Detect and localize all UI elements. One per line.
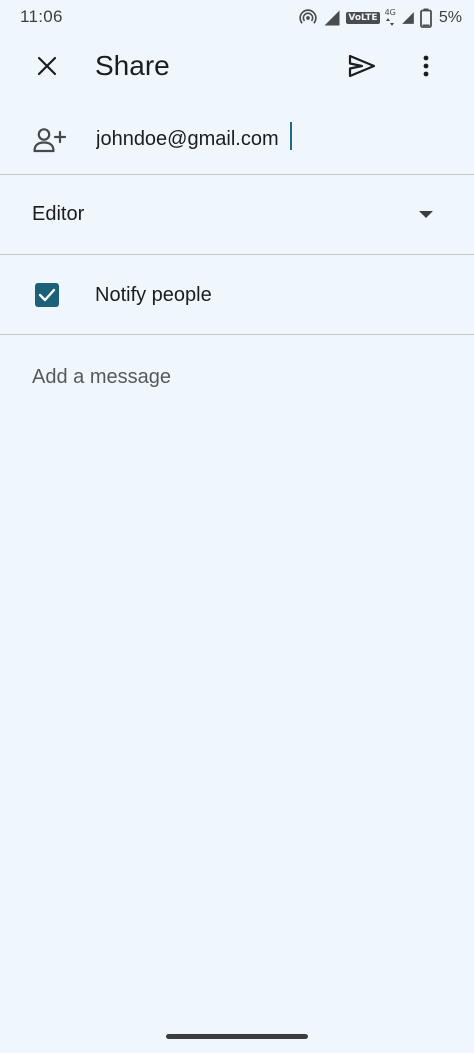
divider	[0, 254, 474, 255]
signal-icon-2	[401, 9, 415, 27]
send-icon	[348, 54, 376, 78]
more-options-button[interactable]	[404, 44, 448, 88]
page-title: Share	[95, 50, 170, 81]
recipient-email-input[interactable]	[96, 122, 436, 156]
network-type: 4G	[384, 8, 396, 17]
dropdown-arrow-icon	[419, 211, 433, 218]
notify-people-row: Notify people	[0, 256, 474, 334]
share-screen: 11:06 VoLTE 4G 5% Share johndoe@gmail.co…	[0, 0, 474, 1053]
battery-percent: 5%	[438, 9, 462, 26]
top-app-bar: Share	[0, 36, 474, 96]
role-dropdown[interactable]: Editor	[0, 176, 474, 254]
recipient-row	[0, 108, 474, 174]
divider	[0, 334, 474, 335]
hotspot-icon	[298, 8, 318, 28]
divider	[0, 174, 474, 175]
message-input[interactable]	[32, 360, 452, 394]
more-vert-icon	[423, 55, 429, 77]
status-bar: 11:06 VoLTE 4G 5%	[0, 0, 474, 36]
data-arrows-icon: 4G	[385, 9, 396, 27]
check-icon	[38, 288, 56, 302]
volte-icon: VoLTE	[346, 12, 380, 24]
gesture-navigation-handle[interactable]	[166, 1034, 308, 1039]
role-selected-value: Editor	[32, 203, 85, 225]
notify-people-checkbox[interactable]	[35, 283, 59, 307]
close-button[interactable]	[25, 44, 69, 88]
close-icon	[37, 56, 57, 76]
send-button[interactable]	[340, 44, 384, 88]
person-add-icon	[30, 120, 70, 160]
notify-people-label[interactable]: Notify people	[95, 284, 212, 307]
signal-icon	[323, 9, 341, 27]
battery-icon	[419, 8, 432, 28]
status-icons: VoLTE 4G 5%	[298, 6, 462, 30]
status-time: 11:06	[20, 7, 63, 26]
text-cursor	[290, 122, 292, 150]
